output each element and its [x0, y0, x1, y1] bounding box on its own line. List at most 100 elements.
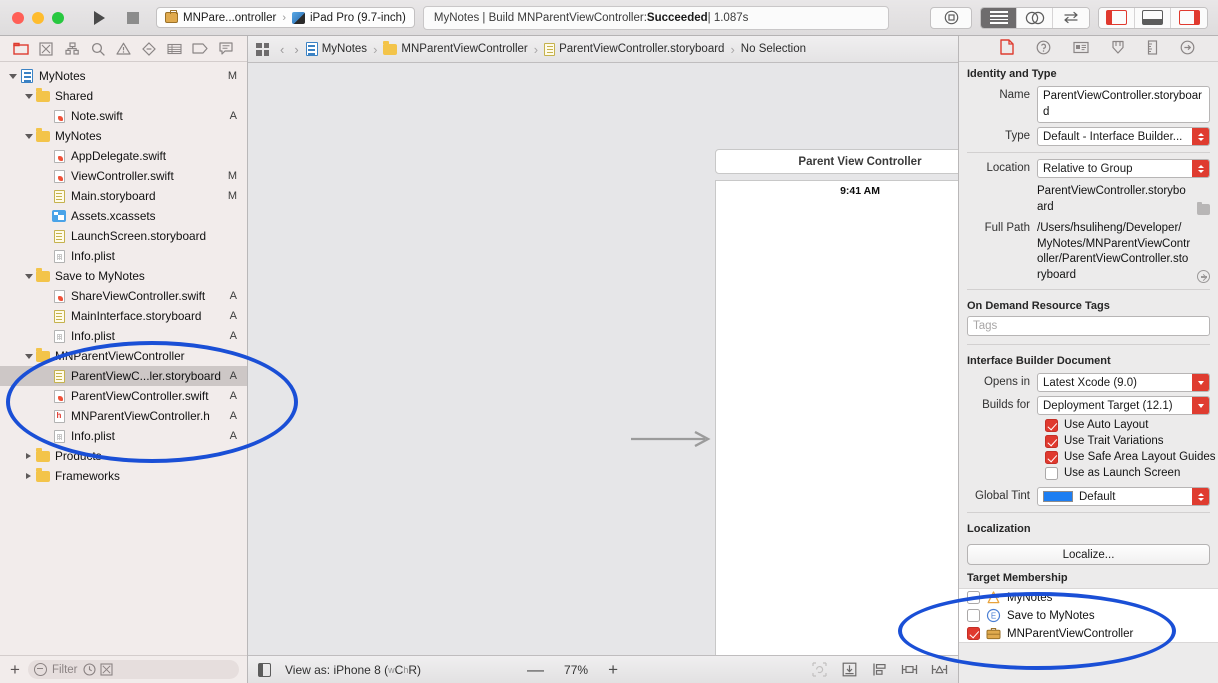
navigator-row[interactable]: Shared: [0, 86, 247, 106]
target-membership-checkbox[interactable]: [967, 591, 980, 605]
identity-inspector-tab[interactable]: [1073, 41, 1089, 57]
checkbox[interactable]: [1045, 434, 1058, 448]
scheme-destination-control[interactable]: MNPare...ontroller › iPad Pro (9.7-inch): [156, 7, 415, 28]
builds-for-popup[interactable]: Deployment Target (12.1): [1037, 396, 1210, 416]
navigator-row[interactable]: AppDelegate.swift: [0, 146, 247, 166]
debug-navigator-tab[interactable]: [165, 41, 185, 57]
disclosure-triangle-icon[interactable]: [22, 453, 35, 459]
connections-inspector-tab[interactable]: [1180, 40, 1195, 58]
checkbox[interactable]: [1045, 418, 1058, 432]
stop-button[interactable]: [116, 7, 150, 29]
editor-mode-segmented-control[interactable]: [980, 6, 1090, 29]
file-inspector-tab[interactable]: [1000, 39, 1014, 58]
breadcrumb-selection[interactable]: No Selection: [741, 43, 806, 55]
interface-builder-canvas[interactable]: Parent View Controller 9:41 AM: [248, 63, 958, 655]
choose-file-folder-icon[interactable]: [1197, 201, 1210, 216]
target-membership-row[interactable]: MNParentViewController: [959, 625, 1218, 643]
navigator-row[interactable]: ViewController.swift M: [0, 166, 247, 186]
library-button[interactable]: [930, 6, 972, 29]
navigator-row[interactable]: Save to MyNotes: [0, 266, 247, 286]
location-popup[interactable]: Relative to Group: [1037, 159, 1210, 179]
target-membership-row[interactable]: E Save to MyNotes: [959, 606, 1218, 626]
breakpoint-navigator-tab[interactable]: [190, 41, 210, 57]
localize-button[interactable]: Localize...: [967, 544, 1210, 566]
test-navigator-tab[interactable]: [139, 41, 159, 57]
view-as-label[interactable]: View as: iPhone 8 (: [285, 663, 388, 677]
ib-checkbox-row[interactable]: Use Safe Area Layout Guides: [959, 449, 1218, 465]
navigator-row[interactable]: Assets.xcassets: [0, 206, 247, 226]
standard-editor-button[interactable]: [981, 7, 1017, 28]
find-navigator-tab[interactable]: [88, 41, 108, 57]
breadcrumb-group[interactable]: MNParentViewController: [383, 41, 528, 55]
target-membership-checkbox[interactable]: [967, 627, 980, 641]
embed-in-button[interactable]: [840, 662, 858, 677]
run-button[interactable]: [82, 7, 116, 29]
scheme-name[interactable]: MNPare...ontroller: [183, 12, 276, 24]
ib-checkbox-row[interactable]: Use as Launch Screen: [959, 465, 1218, 481]
navigator-filter-field[interactable]: Filter: [27, 660, 239, 679]
source-control-filter-icon[interactable]: [99, 663, 113, 676]
update-frames-button[interactable]: [810, 662, 828, 677]
navigator-row[interactable]: Main.storyboard M: [0, 186, 247, 206]
navigator-row[interactable]: Frameworks: [0, 466, 247, 486]
zoom-window-button[interactable]: [52, 11, 64, 24]
navigator-row[interactable]: Info.plist A: [0, 326, 247, 346]
minimize-window-button[interactable]: [32, 11, 44, 24]
ib-checkbox-row[interactable]: Use Auto Layout: [959, 417, 1218, 433]
device-preview-icon[interactable]: [258, 662, 271, 677]
size-inspector-tab[interactable]: [1147, 39, 1158, 58]
disclosure-triangle-icon[interactable]: [22, 353, 35, 359]
reveal-in-finder-icon[interactable]: [1197, 270, 1210, 284]
navigator-row[interactable]: MNParentViewController: [0, 346, 247, 366]
navigator-row[interactable]: h MNParentViewController.h A: [0, 406, 247, 426]
symbol-navigator-tab[interactable]: [62, 41, 82, 57]
version-editor-button[interactable]: [1053, 7, 1089, 28]
odr-tags-field[interactable]: Tags: [967, 316, 1210, 337]
navigator-row[interactable]: ParentViewC...ler.storyboard A: [0, 366, 247, 386]
zoom-level-label[interactable]: 77%: [564, 663, 588, 677]
ib-checkbox-row[interactable]: Use Trait Variations: [959, 433, 1218, 449]
navigator-row[interactable]: Info.plist A: [0, 426, 247, 446]
checkbox[interactable]: [1045, 466, 1058, 480]
navigator-row[interactable]: MainInterface.storyboard A: [0, 306, 247, 326]
disclosure-triangle-icon[interactable]: [22, 273, 35, 279]
issue-navigator-tab[interactable]: [113, 41, 133, 57]
target-membership-checkbox[interactable]: [967, 609, 980, 623]
disclosure-triangle-icon[interactable]: [22, 93, 35, 99]
breadcrumb-file[interactable]: ParentViewController.storyboard: [544, 42, 724, 56]
navigator-row[interactable]: ParentViewController.swift A: [0, 386, 247, 406]
disclosure-triangle-icon[interactable]: [22, 133, 35, 139]
view-controller-scene[interactable]: 9:41 AM: [715, 180, 958, 655]
navigator-row[interactable]: LaunchScreen.storyboard: [0, 226, 247, 246]
add-new-constraints-button[interactable]: [900, 662, 918, 677]
close-window-button[interactable]: [12, 11, 24, 24]
navigator-row[interactable]: ShareViewController.swift A: [0, 286, 247, 306]
assistant-editor-button[interactable]: [1017, 7, 1053, 28]
global-tint-popup[interactable]: Default: [1037, 487, 1210, 507]
toggle-debug-area-button[interactable]: [1135, 7, 1171, 28]
disclosure-triangle-icon[interactable]: [22, 473, 35, 479]
toggle-inspector-button[interactable]: [1171, 7, 1207, 28]
navigator-row[interactable]: Products: [0, 446, 247, 466]
align-button[interactable]: [870, 662, 888, 677]
add-file-button[interactable]: +: [8, 661, 22, 678]
recent-clock-icon[interactable]: [82, 663, 96, 676]
destination-name[interactable]: iPad Pro (9.7-inch): [310, 12, 406, 24]
checkbox[interactable]: [1045, 450, 1058, 464]
toggle-navigator-button[interactable]: [1099, 7, 1135, 28]
scene-title-bar[interactable]: Parent View Controller: [715, 149, 958, 174]
navigator-row[interactable]: Note.swift A: [0, 106, 247, 126]
resolve-auto-layout-issues-button[interactable]: [930, 662, 948, 677]
opens-in-popup[interactable]: Latest Xcode (9.0): [1037, 373, 1210, 393]
target-membership-row[interactable]: MyNotes: [959, 589, 1218, 607]
zoom-out-button[interactable]: —: [527, 661, 544, 678]
navigator-row[interactable]: MyNotes: [0, 126, 247, 146]
navigator-row[interactable]: MyNotes M: [0, 66, 247, 86]
go-forward-button[interactable]: ›: [291, 42, 301, 57]
zoom-in-button[interactable]: +: [608, 661, 618, 678]
related-items-icon[interactable]: [256, 42, 269, 56]
source-control-navigator-tab[interactable]: [36, 41, 56, 57]
target-membership-list[interactable]: MyNotes E Save to MyNotes MNParentViewContr…: [959, 588, 1218, 644]
panel-toggles-segmented-control[interactable]: [1098, 6, 1208, 29]
breadcrumb-project[interactable]: MyNotes: [305, 42, 367, 56]
